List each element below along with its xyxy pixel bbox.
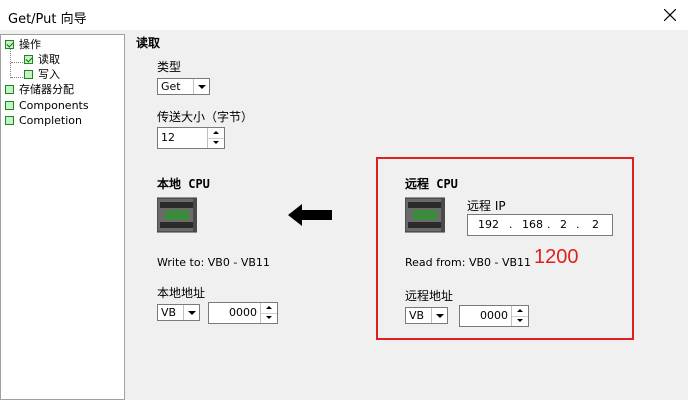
- tree-item-read[interactable]: 读取: [24, 53, 60, 67]
- type-select[interactable]: Get: [157, 78, 210, 95]
- close-button[interactable]: [652, 0, 688, 30]
- chevron-down-icon: [183, 305, 199, 320]
- chevron-down-icon: [431, 308, 447, 323]
- plc-cpu-icon: [405, 197, 445, 233]
- checkbox-icon: [5, 85, 14, 94]
- transfer-size-stepper[interactable]: 12: [157, 127, 225, 149]
- window-title: Get/Put 向导: [8, 12, 87, 27]
- main-panel: 读取 类型 Get 传送大小（字节） 12 本地 CPU Write to: V…: [126, 34, 688, 400]
- plc-cpu-icon: [157, 197, 197, 233]
- spin-down-icon[interactable]: [512, 316, 528, 326]
- local-offset-stepper[interactable]: 0000: [208, 302, 278, 324]
- local-area-select[interactable]: VB: [157, 304, 200, 321]
- spin-down-icon[interactable]: [208, 138, 224, 148]
- local-cpu-title: 本地 CPU: [157, 177, 210, 191]
- wizard-step-tree[interactable]: 操作 读取 写入 存储器分配 Components Completion: [0, 34, 125, 400]
- tree-item-components[interactable]: Components: [5, 99, 89, 113]
- tree-item-write[interactable]: 写入: [24, 68, 60, 82]
- remote-cpu-title: 远程 CPU: [405, 177, 458, 191]
- close-icon: [664, 9, 676, 21]
- tree-connector: [11, 77, 23, 78]
- remote-ip-label: 远程 IP: [467, 199, 506, 213]
- section-title: 读取: [136, 36, 161, 50]
- spin-down-icon[interactable]: [261, 313, 277, 323]
- remote-address-label: 远程地址: [405, 289, 454, 303]
- tree-item-memory-allocation[interactable]: 存储器分配: [5, 83, 74, 97]
- remote-ip-field[interactable]: 192 . 168 . 2 . 2: [467, 214, 613, 236]
- checkbox-icon: [5, 40, 14, 49]
- tree-connector: [10, 48, 11, 78]
- tree-connector: [11, 62, 23, 63]
- checkbox-icon: [24, 55, 33, 64]
- annotation-text: 1200: [534, 246, 579, 268]
- remote-area-select[interactable]: VB: [405, 307, 448, 324]
- local-address-label: 本地地址: [157, 286, 206, 300]
- write-to-text: Write to: VB0 - VB11: [157, 256, 270, 269]
- checkbox-icon: [5, 116, 14, 125]
- arrow-left-icon: [288, 204, 332, 226]
- transfer-size-label: 传送大小（字节）: [157, 110, 254, 124]
- remote-offset-stepper[interactable]: 0000: [459, 305, 529, 327]
- chevron-down-icon: [193, 79, 209, 94]
- checkbox-icon: [24, 70, 33, 79]
- tree-item-operation[interactable]: 操作: [5, 38, 41, 52]
- read-from-text: Read from: VB0 - VB11: [405, 256, 532, 269]
- tree-item-completion[interactable]: Completion: [5, 114, 82, 128]
- title-bar: Get/Put 向导: [0, 0, 688, 30]
- type-label: 类型: [157, 60, 182, 74]
- checkbox-icon: [5, 101, 14, 110]
